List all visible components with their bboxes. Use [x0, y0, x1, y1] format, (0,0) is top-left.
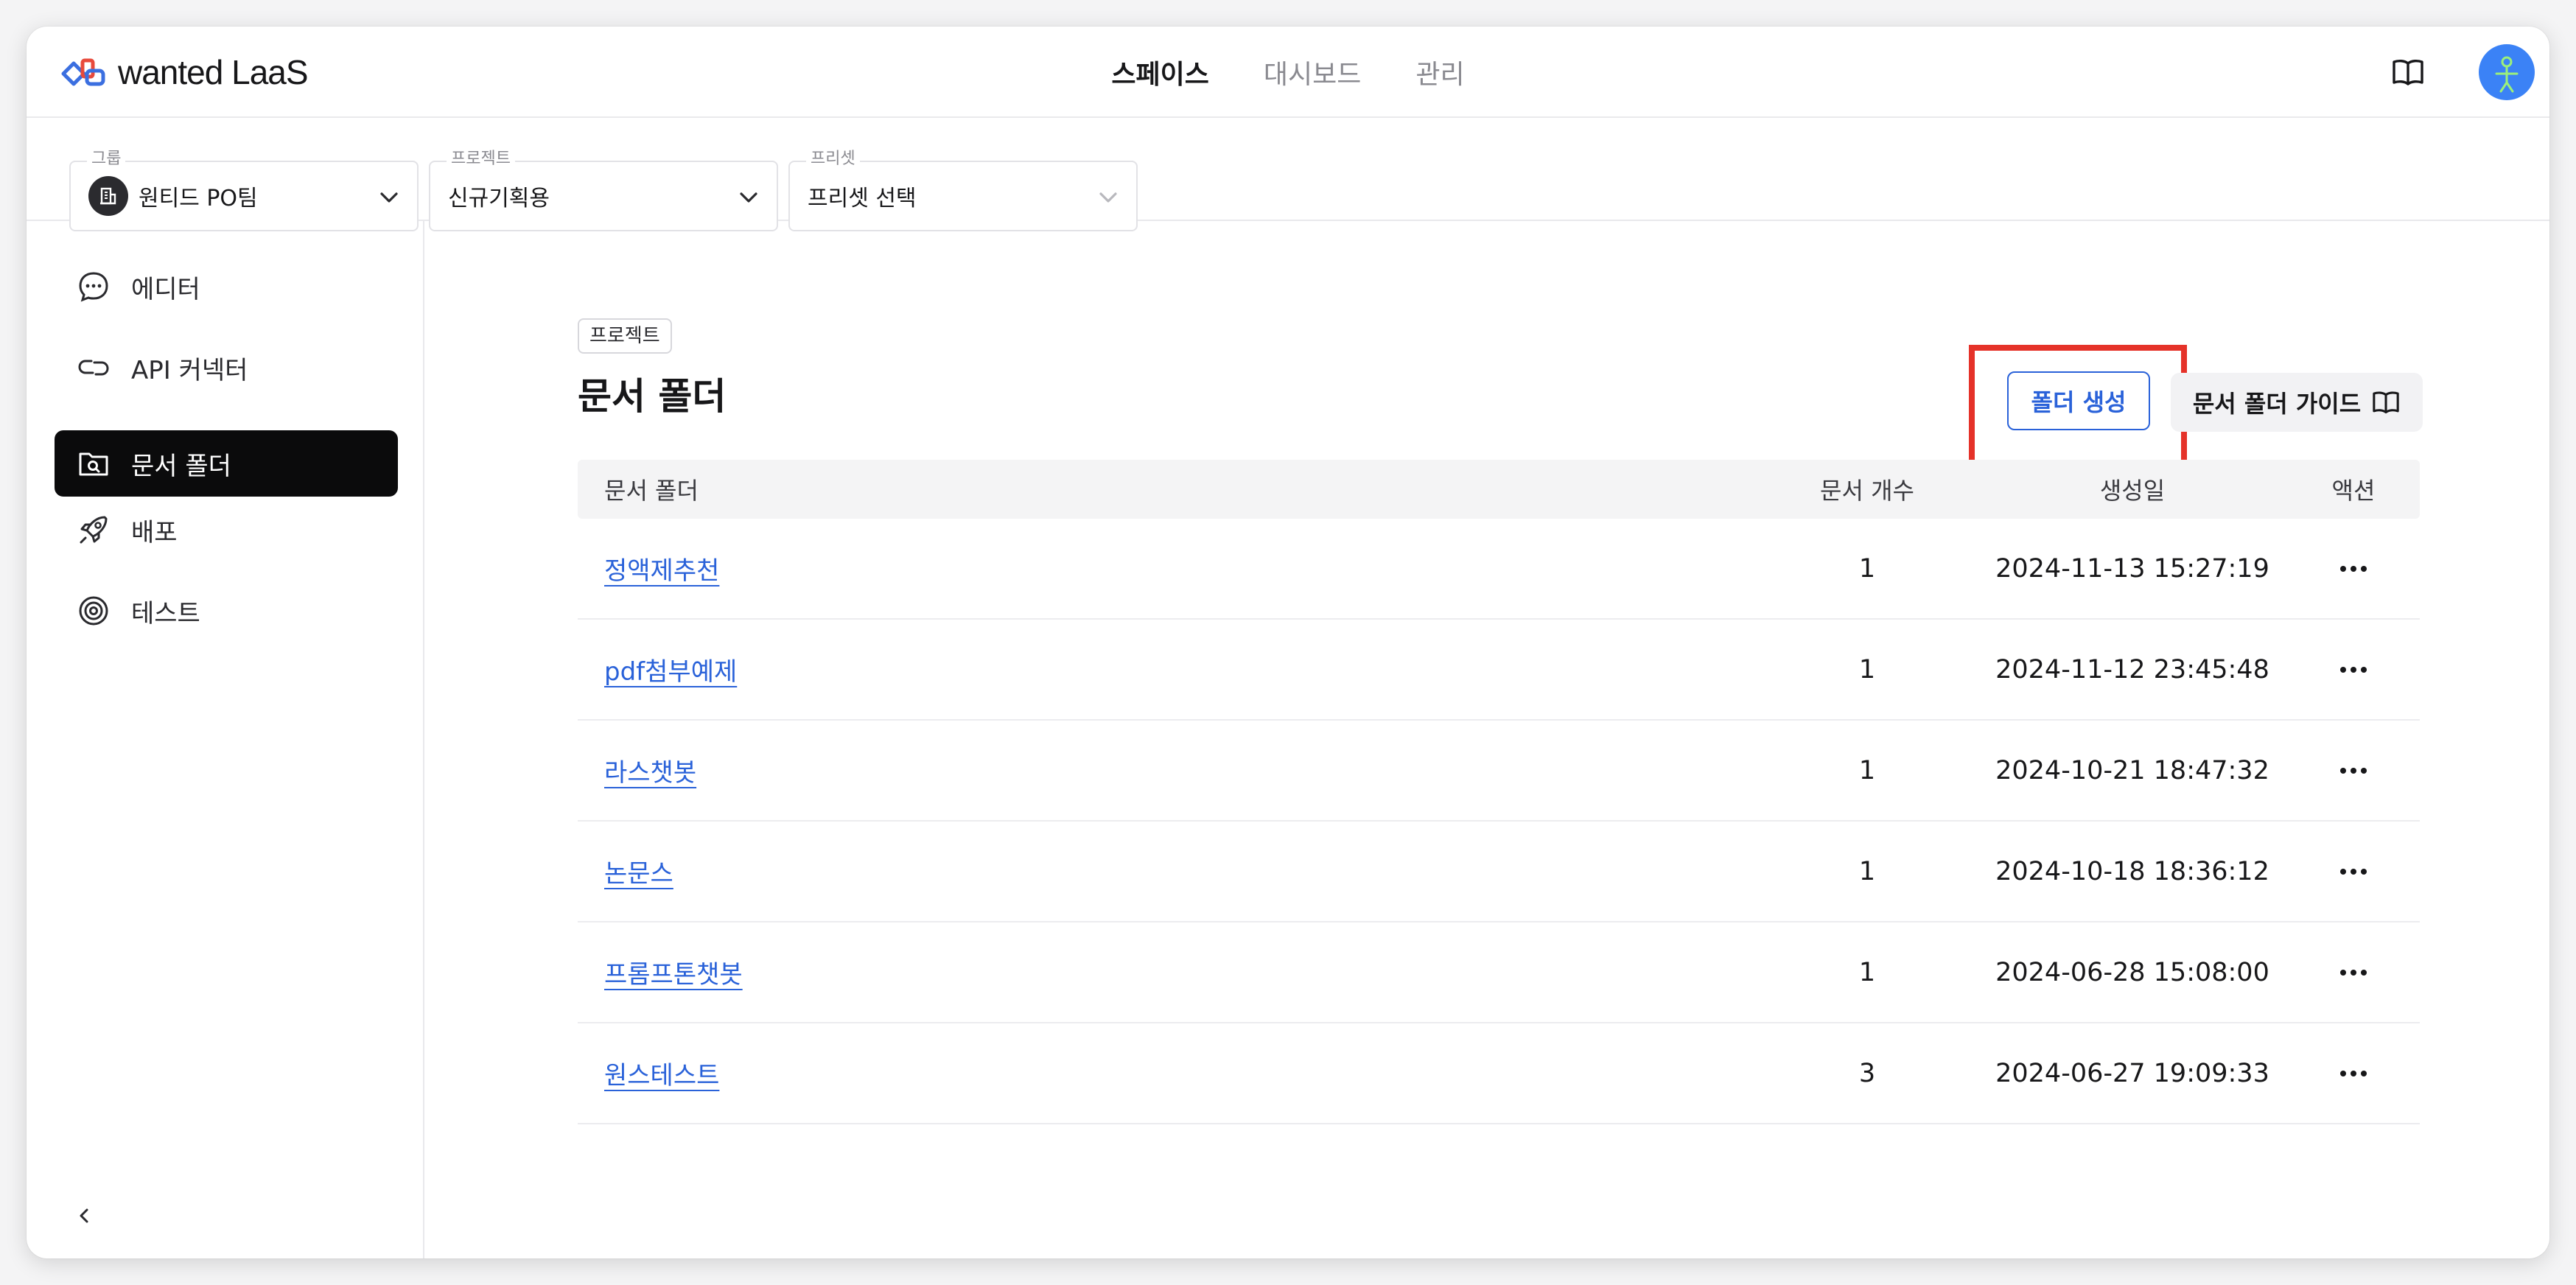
- rocket-icon: [80, 516, 108, 544]
- laas-logo-icon: [61, 58, 105, 86]
- create-folder-button[interactable]: 폴더 생성: [2007, 371, 2150, 430]
- project-select-value: 신규기획용: [448, 186, 550, 211]
- link-icon: [78, 360, 109, 376]
- group-select-label: 그룹: [87, 149, 126, 169]
- folder-link[interactable]: 원스테스트: [604, 1061, 719, 1090]
- folder-link[interactable]: 프롬프톤챗봇: [604, 960, 743, 990]
- more-actions-icon[interactable]: [2333, 1063, 2374, 1084]
- chevron-down-icon: [380, 192, 398, 203]
- sidebar-item-deploy[interactable]: 배포: [55, 497, 398, 563]
- more-actions-icon[interactable]: [2333, 861, 2374, 882]
- preset-select-value: 프리셋 선택: [808, 186, 917, 211]
- project-badge: 프로젝트: [578, 318, 672, 354]
- docs-button[interactable]: [2389, 53, 2427, 91]
- selector-bar: 그룹 원티드 PO팀 프로젝트 신규기획용 프리셋 프리셋 선택: [27, 118, 2549, 231]
- chat-bubble-icon: [79, 272, 108, 302]
- sidebar-item-label: 에디터: [131, 274, 200, 304]
- sidebar-item-label: 테스트: [131, 598, 200, 629]
- created-date: 2024-06-27 19:09:33: [1995, 1058, 2269, 1088]
- column-header-action: 액션: [2331, 477, 2376, 505]
- table-row: pdf첨부예제 1 2024-11-12 23:45:48: [578, 620, 2420, 721]
- table-row: 정액제추천 1 2024-11-13 15:27:19: [578, 519, 2420, 620]
- logo-text: wanted LaaS: [118, 53, 309, 91]
- doc-count: 1: [1858, 755, 1876, 785]
- top-header: wanted LaaS 스페이스 대시보드 관리: [27, 27, 2549, 118]
- table-row: 논문스 1 2024-10-18 18:36:12: [578, 822, 2420, 922]
- page-title: 문서 폴더: [578, 375, 727, 418]
- sidebar-item-label: 배포: [131, 517, 178, 547]
- table-row: 라스챗봇 1 2024-10-21 18:47:32: [578, 721, 2420, 822]
- folder-link[interactable]: 라스챗봇: [604, 758, 696, 788]
- chevron-down-icon: [740, 192, 757, 203]
- folder-guide-label: 문서 폴더 가이드: [2192, 390, 2362, 418]
- sidebar: 에디터 API 커넥터 문서 폴더 배포 테스트: [27, 221, 424, 1258]
- column-header-created: 생성일: [2099, 477, 2166, 505]
- app-window: wanted LaaS 스페이스 대시보드 관리 그룹 원티드 PO팀 프로젝트…: [27, 27, 2549, 1258]
- created-date: 2024-10-18 18:36:12: [1995, 856, 2269, 886]
- sidebar-item-document-folder[interactable]: 문서 폴더: [55, 430, 398, 497]
- project-select-label: 프로젝트: [447, 149, 515, 169]
- doc-count: 3: [1858, 1058, 1876, 1088]
- more-actions-icon[interactable]: [2333, 559, 2374, 579]
- building-icon: [88, 176, 128, 216]
- more-actions-icon[interactable]: [2333, 659, 2374, 680]
- created-date: 2024-11-12 23:45:48: [1995, 654, 2269, 684]
- avatar-figure-icon: [2495, 56, 2519, 93]
- more-actions-icon[interactable]: [2333, 760, 2374, 781]
- nav-dashboard[interactable]: 대시보드: [1264, 53, 1361, 91]
- column-header-count: 문서 개수: [1820, 477, 1914, 505]
- doc-count: 1: [1858, 654, 1876, 684]
- preset-select-label: 프리셋: [806, 149, 860, 169]
- nav-manage[interactable]: 관리: [1415, 53, 1464, 91]
- target-icon: [79, 596, 108, 626]
- doc-count: 1: [1858, 957, 1876, 987]
- sidebar-item-api-connector[interactable]: API 커넥터: [55, 335, 398, 401]
- project-select[interactable]: 프로젝트 신규기획용: [429, 149, 778, 231]
- created-date: 2024-10-21 18:47:32: [1995, 755, 2269, 785]
- folder-search-icon: [79, 452, 108, 476]
- preset-select[interactable]: 프리셋 프리셋 선택: [788, 149, 1138, 231]
- folder-link[interactable]: 논문스: [604, 859, 673, 889]
- chevron-left-icon: [80, 1208, 88, 1223]
- table-header: 문서 폴더 문서 개수 생성일 액션: [578, 460, 2420, 519]
- nav-space[interactable]: 스페이스: [1111, 53, 1208, 91]
- sidebar-item-test[interactable]: 테스트: [55, 578, 398, 644]
- more-actions-icon[interactable]: [2333, 962, 2374, 983]
- sidebar-item-label: API 커넥터: [131, 355, 248, 385]
- folder-guide-button[interactable]: 문서 폴더 가이드: [2171, 373, 2423, 432]
- doc-count: 1: [1858, 856, 1876, 886]
- folder-link[interactable]: pdf첨부예제: [604, 657, 737, 687]
- logo[interactable]: wanted LaaS: [60, 49, 309, 96]
- created-date: 2024-11-13 15:27:19: [1995, 553, 2269, 584]
- sidebar-item-label: 문서 폴더: [131, 451, 231, 481]
- folder-table: 문서 폴더 문서 개수 생성일 액션 정액제추천 1 2024-11-13 15…: [578, 460, 2420, 1124]
- sidebar-collapse-button[interactable]: [69, 1201, 99, 1230]
- group-select-value: 원티드 PO팀: [139, 186, 258, 211]
- book-icon: [2393, 59, 2423, 85]
- sidebar-item-editor[interactable]: 에디터: [55, 253, 398, 320]
- table-row: 원스테스트 3 2024-06-27 19:09:33: [578, 1023, 2420, 1124]
- doc-count: 1: [1858, 553, 1876, 584]
- book-icon: [2373, 391, 2399, 414]
- table-row: 프롬프톤챗봇 1 2024-06-28 15:08:00: [578, 922, 2420, 1023]
- folder-link[interactable]: 정액제추천: [604, 556, 719, 586]
- column-header-folder: 문서 폴더: [604, 477, 699, 505]
- chevron-down-icon: [1099, 192, 1117, 203]
- created-date: 2024-06-28 15:08:00: [1995, 957, 2269, 987]
- top-nav: 스페이스 대시보드 관리: [27, 27, 2549, 118]
- avatar[interactable]: [2479, 44, 2535, 100]
